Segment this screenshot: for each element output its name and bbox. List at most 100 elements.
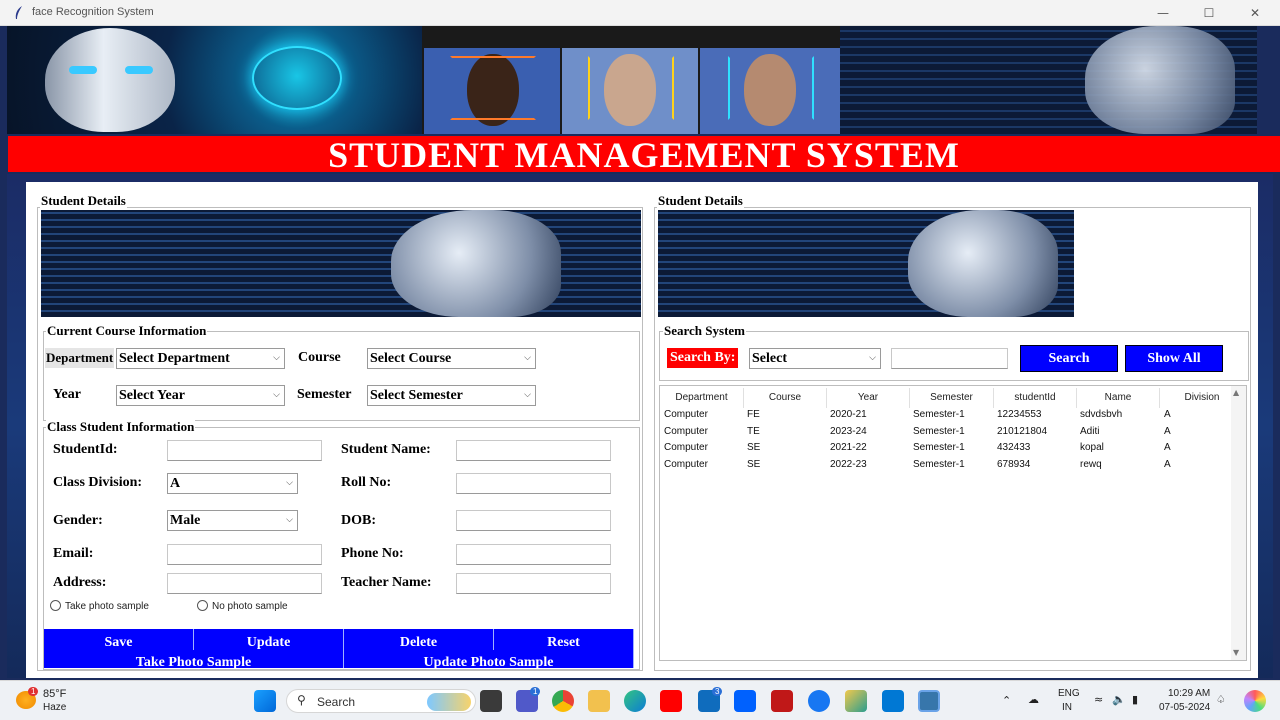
right-header-image [658, 210, 1074, 317]
taskbar: 1 85°F Haze ⚲ Search 1 3 ⌃ ☁ ENG IN ≈ 🔈 … [0, 680, 1280, 720]
update-photo-button[interactable]: Update Photo Sample [344, 650, 634, 670]
edge-icon[interactable] [624, 690, 646, 712]
taskbar-search-label: Search [317, 695, 356, 709]
clock-date[interactable]: 07-05-2024 [1159, 702, 1210, 713]
column-header-year[interactable]: Year [827, 388, 910, 408]
take-photo-radio-label: Take photo sample [65, 601, 149, 612]
language-top[interactable]: ENG [1058, 688, 1080, 699]
search-highlight-icon [427, 693, 471, 711]
student-id-label: StudentId: [53, 442, 118, 457]
table-cell: Semester-1 [913, 409, 965, 420]
take-photo-radio[interactable]: Take photo sample [50, 600, 149, 612]
taskbar-search-box[interactable]: ⚲ Search [286, 689, 476, 713]
chevron-up-icon[interactable]: ⌃ [1002, 694, 1011, 707]
scroll-down-icon[interactable]: ▼ [1233, 648, 1239, 657]
delete-button[interactable]: Delete [344, 629, 494, 650]
course-select[interactable]: Select Course ⌵ [367, 348, 536, 369]
search-by-select[interactable]: Select ⌵ [749, 348, 881, 369]
vscode-icon[interactable] [882, 690, 904, 712]
table-cell: Computer [664, 442, 708, 453]
column-header-studentid[interactable]: studentId [994, 388, 1077, 408]
table-cell: TE [747, 426, 760, 437]
table-cell: SE [747, 442, 761, 453]
address-input[interactable] [167, 573, 322, 594]
youtube-icon[interactable] [660, 690, 682, 712]
language-bottom[interactable]: IN [1062, 702, 1072, 713]
task-view-icon[interactable] [480, 690, 502, 712]
department-label: Department [45, 348, 115, 368]
window-titlebar: face Recognition System — ☐ ✕ [0, 0, 1280, 26]
class-division-value: A [170, 476, 181, 491]
department-select[interactable]: Select Department ⌵ [116, 348, 285, 369]
take-photo-button[interactable]: Take Photo Sample [44, 650, 344, 670]
cloud-icon[interactable]: ☁ [1028, 693, 1039, 706]
roll-no-label: Roll No: [341, 475, 392, 490]
dropbox-icon[interactable] [734, 690, 756, 712]
column-header-semester[interactable]: Semester [910, 388, 994, 408]
app-title: STUDENT MANAGEMENT SYSTEM [328, 135, 960, 175]
mcafee-icon[interactable] [771, 690, 793, 712]
close-button[interactable]: ✕ [1232, 0, 1278, 26]
year-label: Year [53, 387, 81, 402]
weather-badge: 1 [28, 687, 39, 696]
chevron-down-icon: ⌵ [869, 353, 876, 363]
feather-icon [15, 6, 22, 19]
student-id-input[interactable] [167, 440, 322, 461]
battery-icon[interactable]: ▮ [1132, 693, 1138, 706]
course-label: Course [298, 350, 341, 365]
class-division-select[interactable]: A ⌵ [167, 473, 298, 494]
table-cell: A [1164, 409, 1171, 420]
table-cell: Semester-1 [913, 426, 965, 437]
facebook-icon[interactable] [808, 690, 830, 712]
search-by-label: Search By: [667, 348, 739, 368]
semester-label: Semester [297, 387, 352, 402]
table-cell: 432433 [997, 442, 1031, 453]
app-icon[interactable] [845, 690, 867, 712]
python-icon[interactable] [918, 690, 940, 712]
window-title: face Recognition System [32, 6, 154, 18]
notification-bell-icon[interactable]: ♤ [1216, 693, 1226, 706]
column-header-department[interactable]: Department [660, 388, 744, 408]
minimize-button[interactable]: — [1140, 0, 1186, 26]
roll-no-input[interactable] [456, 473, 611, 494]
year-select[interactable]: Select Year ⌵ [116, 385, 285, 406]
semester-select[interactable]: Select Semester ⌵ [367, 385, 536, 406]
search-input[interactable] [891, 348, 1008, 369]
teacher-input[interactable] [456, 573, 611, 594]
volume-icon[interactable]: 🔈 [1112, 693, 1126, 706]
table-cell: 2023-24 [830, 426, 867, 437]
gender-select[interactable]: Male ⌵ [167, 510, 298, 531]
chevron-down-icon: ⌵ [286, 515, 293, 525]
windows-start-icon[interactable] [254, 690, 276, 712]
gender-label: Gender: [53, 513, 103, 528]
year-select-value: Select Year [119, 388, 185, 403]
student-name-input[interactable] [456, 440, 611, 461]
chrome-icon[interactable] [552, 690, 574, 712]
search-system-title: Search System [663, 323, 747, 339]
radio-circle-icon [197, 600, 208, 611]
no-photo-radio[interactable]: No photo sample [197, 600, 288, 612]
show-all-button[interactable]: Show All [1125, 345, 1223, 372]
class-info-title: Class Student Information [46, 419, 196, 435]
wifi-icon[interactable]: ≈ [1094, 693, 1103, 706]
copilot-icon[interactable] [1244, 690, 1266, 712]
student-table[interactable]: Department Course Year Semester studentI… [659, 385, 1247, 661]
clock-time[interactable]: 10:29 AM [1168, 688, 1210, 699]
email-input[interactable] [167, 544, 322, 565]
file-explorer-icon[interactable] [588, 690, 610, 712]
update-button[interactable]: Update [194, 629, 344, 650]
column-header-course[interactable]: Course [744, 388, 827, 408]
vertical-scrollbar[interactable]: ▲ ▼ [1231, 386, 1246, 660]
table-cell: 12234553 [997, 409, 1042, 420]
search-button[interactable]: Search [1020, 345, 1118, 372]
class-division-label: Class Division: [53, 475, 143, 490]
column-header-name[interactable]: Name [1077, 388, 1160, 408]
weather-temp: 85°F [43, 688, 67, 700]
dob-input[interactable] [456, 510, 611, 531]
maximize-button[interactable]: ☐ [1186, 0, 1232, 26]
reset-button[interactable]: Reset [494, 629, 634, 650]
save-button[interactable]: Save [44, 629, 194, 650]
scroll-up-icon[interactable]: ▲ [1233, 388, 1239, 397]
table-cell: 2022-23 [830, 459, 867, 470]
phone-input[interactable] [456, 544, 611, 565]
